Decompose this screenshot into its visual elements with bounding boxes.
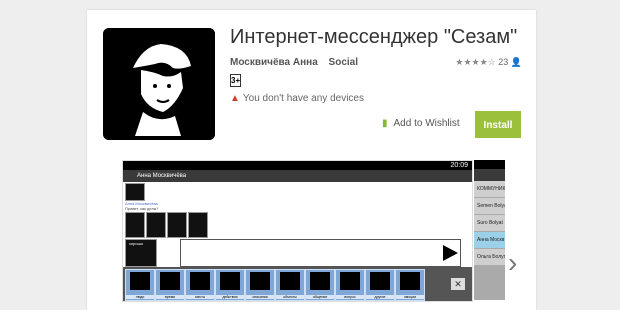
status-bar: 20:09 xyxy=(123,161,472,170)
app-title: Интернет-мессенджер "Сезам" xyxy=(230,26,518,48)
emotion-icon xyxy=(400,272,420,290)
backspace-icon[interactable]: ✕ xyxy=(451,278,465,290)
contact-item[interactable]: КОММУНИКАЦИЯ xyxy=(474,181,505,197)
contact-item[interactable]: Suro Bolyat xyxy=(474,215,505,231)
shape-icon xyxy=(250,272,270,290)
add-to-wishlist-button[interactable]: ▮ Add to Wishlist xyxy=(382,118,460,129)
status-time: 20:09 xyxy=(450,162,468,169)
ball-icon xyxy=(280,272,300,290)
chevron-right-icon[interactable]: › xyxy=(508,247,517,279)
warning-text: You don't have any devices xyxy=(242,93,364,104)
tile-question[interactable]: вопрос xyxy=(335,269,365,301)
send-icon[interactable] xyxy=(443,245,458,261)
tile-places[interactable]: места xyxy=(185,269,215,301)
wishlist-label: Add to Wishlist xyxy=(393,118,460,129)
install-button[interactable]: Install xyxy=(475,111,521,138)
category-link[interactable]: Social xyxy=(329,57,358,68)
tile-other[interactable]: другие xyxy=(365,269,395,301)
author-link[interactable]: Москвичёва Анна xyxy=(230,57,318,68)
tile-objects[interactable]: объекты xyxy=(275,269,305,301)
runner-icon xyxy=(220,272,240,290)
rating-stars-icon: ★★★★☆ xyxy=(455,57,496,67)
tile-emotions[interactable]: эмоции xyxy=(395,269,425,301)
question-icon xyxy=(340,272,360,290)
message-input[interactable] xyxy=(180,239,461,267)
chat-header: Анна Москвичёва xyxy=(123,170,472,182)
warning-icon: ▲ xyxy=(230,93,240,104)
avatar xyxy=(125,183,145,201)
big-icon-label: хорошо xyxy=(129,241,144,246)
tile-descriptions[interactable]: описания xyxy=(245,269,275,301)
content-rating-badge: 3+ xyxy=(230,74,241,87)
picto-icon xyxy=(125,212,145,238)
chat-icon xyxy=(310,272,330,290)
contact-item[interactable]: Semen Bolyat xyxy=(474,198,505,214)
arrow-icon xyxy=(370,272,390,290)
tile-time[interactable]: время xyxy=(155,269,185,301)
tile-people[interactable]: люди xyxy=(125,269,155,301)
device-warning: ▲ You don't have any devices xyxy=(230,93,364,104)
house-icon xyxy=(190,272,210,290)
rating-count: 23 xyxy=(498,57,509,67)
picto-icon xyxy=(167,212,187,238)
picto-icon xyxy=(188,212,208,238)
status-bar xyxy=(474,160,505,169)
person-icon: 👤 xyxy=(510,57,522,67)
chat-header xyxy=(474,169,505,181)
tile-actions[interactable]: действия xyxy=(215,269,245,301)
picto-icon xyxy=(146,212,166,238)
chat-header-name: Анна Москвичёва xyxy=(137,173,187,179)
app-meta: Москвичёва Анна Social xyxy=(230,57,358,68)
message-text: Привет, как дела? xyxy=(125,206,159,211)
app-details-card: Интернет-мессенджер "Сезам" Москвичёва А… xyxy=(87,10,536,310)
people-icon xyxy=(130,272,150,290)
contact-item[interactable]: Ольга Болуг xyxy=(474,249,505,265)
tile-communication[interactable]: общение xyxy=(305,269,335,301)
rating-summary: ★★★★☆ 23 👤 xyxy=(455,57,522,68)
app-icon xyxy=(103,28,215,140)
contact-item[interactable]: Анна Москв xyxy=(474,232,505,248)
bookmark-icon: ▮ xyxy=(382,118,388,129)
screenshot-1[interactable]: 20:09 Анна Москвичёва Анна Москвичёва Пр… xyxy=(122,160,473,302)
sun-icon xyxy=(160,272,180,290)
screenshot-2[interactable]: КОММУНИКАЦИЯ Semen Bolyat Suro Bolyat Ан… xyxy=(474,160,505,300)
